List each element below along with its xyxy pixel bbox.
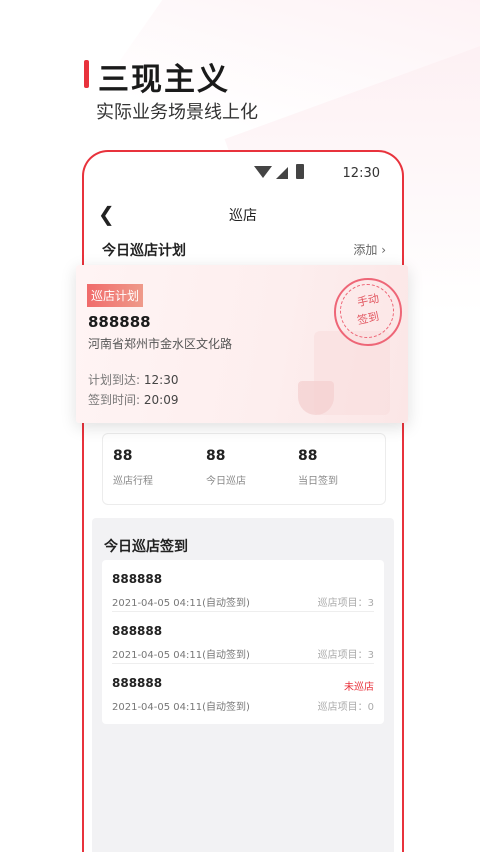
stat-label: 巡店行程	[113, 476, 153, 487]
promo-title: 三现主义	[98, 62, 230, 98]
signin-time: 2021-04-05 04:11(自动签到)	[112, 702, 250, 713]
signin-time: 2021-04-05 04:11(自动签到)	[112, 650, 250, 661]
page-title: 巡店	[229, 208, 257, 224]
stat-value: 88	[298, 448, 318, 464]
signin-section: 今日巡店签到 888888 2021-04-05 04:11(自动签到) 巡店项…	[92, 518, 394, 852]
manual-signin-stamp: 手动 签到	[334, 278, 402, 346]
stat-label: 当日签到	[298, 476, 338, 487]
status-badge: 未巡店	[344, 682, 374, 693]
list-item[interactable]: 888888 2021-04-05 04:11(自动签到) 巡店项目：3	[112, 612, 374, 664]
planned-arrival: 计划到达: 12:30	[88, 371, 178, 388]
wifi-icon	[254, 166, 272, 178]
project-count: 巡店项目：0	[317, 702, 374, 713]
stat-value: 88	[113, 448, 133, 464]
planned-arrival-time: 12:30	[143, 373, 179, 387]
status-bar: 12:30	[84, 152, 402, 194]
store-address: 河南省郑州市金水区文化路	[88, 337, 233, 351]
store-name: 888888	[88, 313, 151, 331]
stat-trips[interactable]: 88 巡店行程	[113, 448, 203, 487]
planned-arrival-label: 计划到达:	[88, 373, 141, 387]
stat-today-visits[interactable]: 88 今日巡店	[206, 448, 296, 487]
store-name: 888888	[112, 676, 163, 690]
stats-panel: 88 巡店行程 88 今日巡店 88 当日签到	[102, 433, 386, 505]
nav-bar: ❮ 巡店	[84, 196, 402, 232]
list-item[interactable]: 888888 2021-04-05 04:11(自动签到) 巡店项目：3	[112, 560, 374, 612]
plan-title: 今日巡店计划	[102, 243, 186, 259]
promo-subtitle: 实际业务场景线上化	[96, 102, 258, 123]
stat-today-signins[interactable]: 88 当日签到	[298, 448, 388, 487]
project-count: 巡店项目：3	[317, 650, 374, 661]
store-name: 888888	[112, 572, 163, 586]
plan-card[interactable]: 巡店计划 888888 河南省郑州市金水区文化路 计划到达: 12:30 签到时…	[76, 265, 408, 423]
plan-badge: 巡店计划	[87, 284, 144, 307]
plan-header: 今日巡店计划 添加 ›	[102, 238, 386, 262]
signin-list: 888888 2021-04-05 04:11(自动签到) 巡店项目：3 888…	[102, 560, 384, 724]
signin-time-label: 签到时间:	[88, 393, 141, 407]
signin-title: 今日巡店签到	[104, 539, 188, 555]
signin-line: 签到时间: 20:09	[88, 391, 178, 408]
battery-icon	[296, 164, 304, 179]
title-accent-bar	[84, 60, 89, 88]
signal-icon	[276, 167, 288, 179]
signin-time-value: 20:09	[143, 393, 179, 407]
add-plan-button[interactable]: 添加 ›	[353, 241, 386, 258]
status-time: 12:30	[342, 166, 380, 181]
project-count: 巡店项目：3	[317, 598, 374, 609]
list-item[interactable]: 888888 2021-04-05 04:11(自动签到) 未巡店 巡店项目：0	[112, 664, 374, 716]
store-name: 888888	[112, 624, 163, 638]
stat-value: 88	[206, 448, 226, 464]
stat-label: 今日巡店	[206, 476, 246, 487]
signin-time: 2021-04-05 04:11(自动签到)	[112, 598, 250, 609]
phone-frame: 12:30 ❮ 巡店 今日巡店计划 添加 › 88 巡店行程 88 今日巡店 8…	[82, 150, 404, 852]
